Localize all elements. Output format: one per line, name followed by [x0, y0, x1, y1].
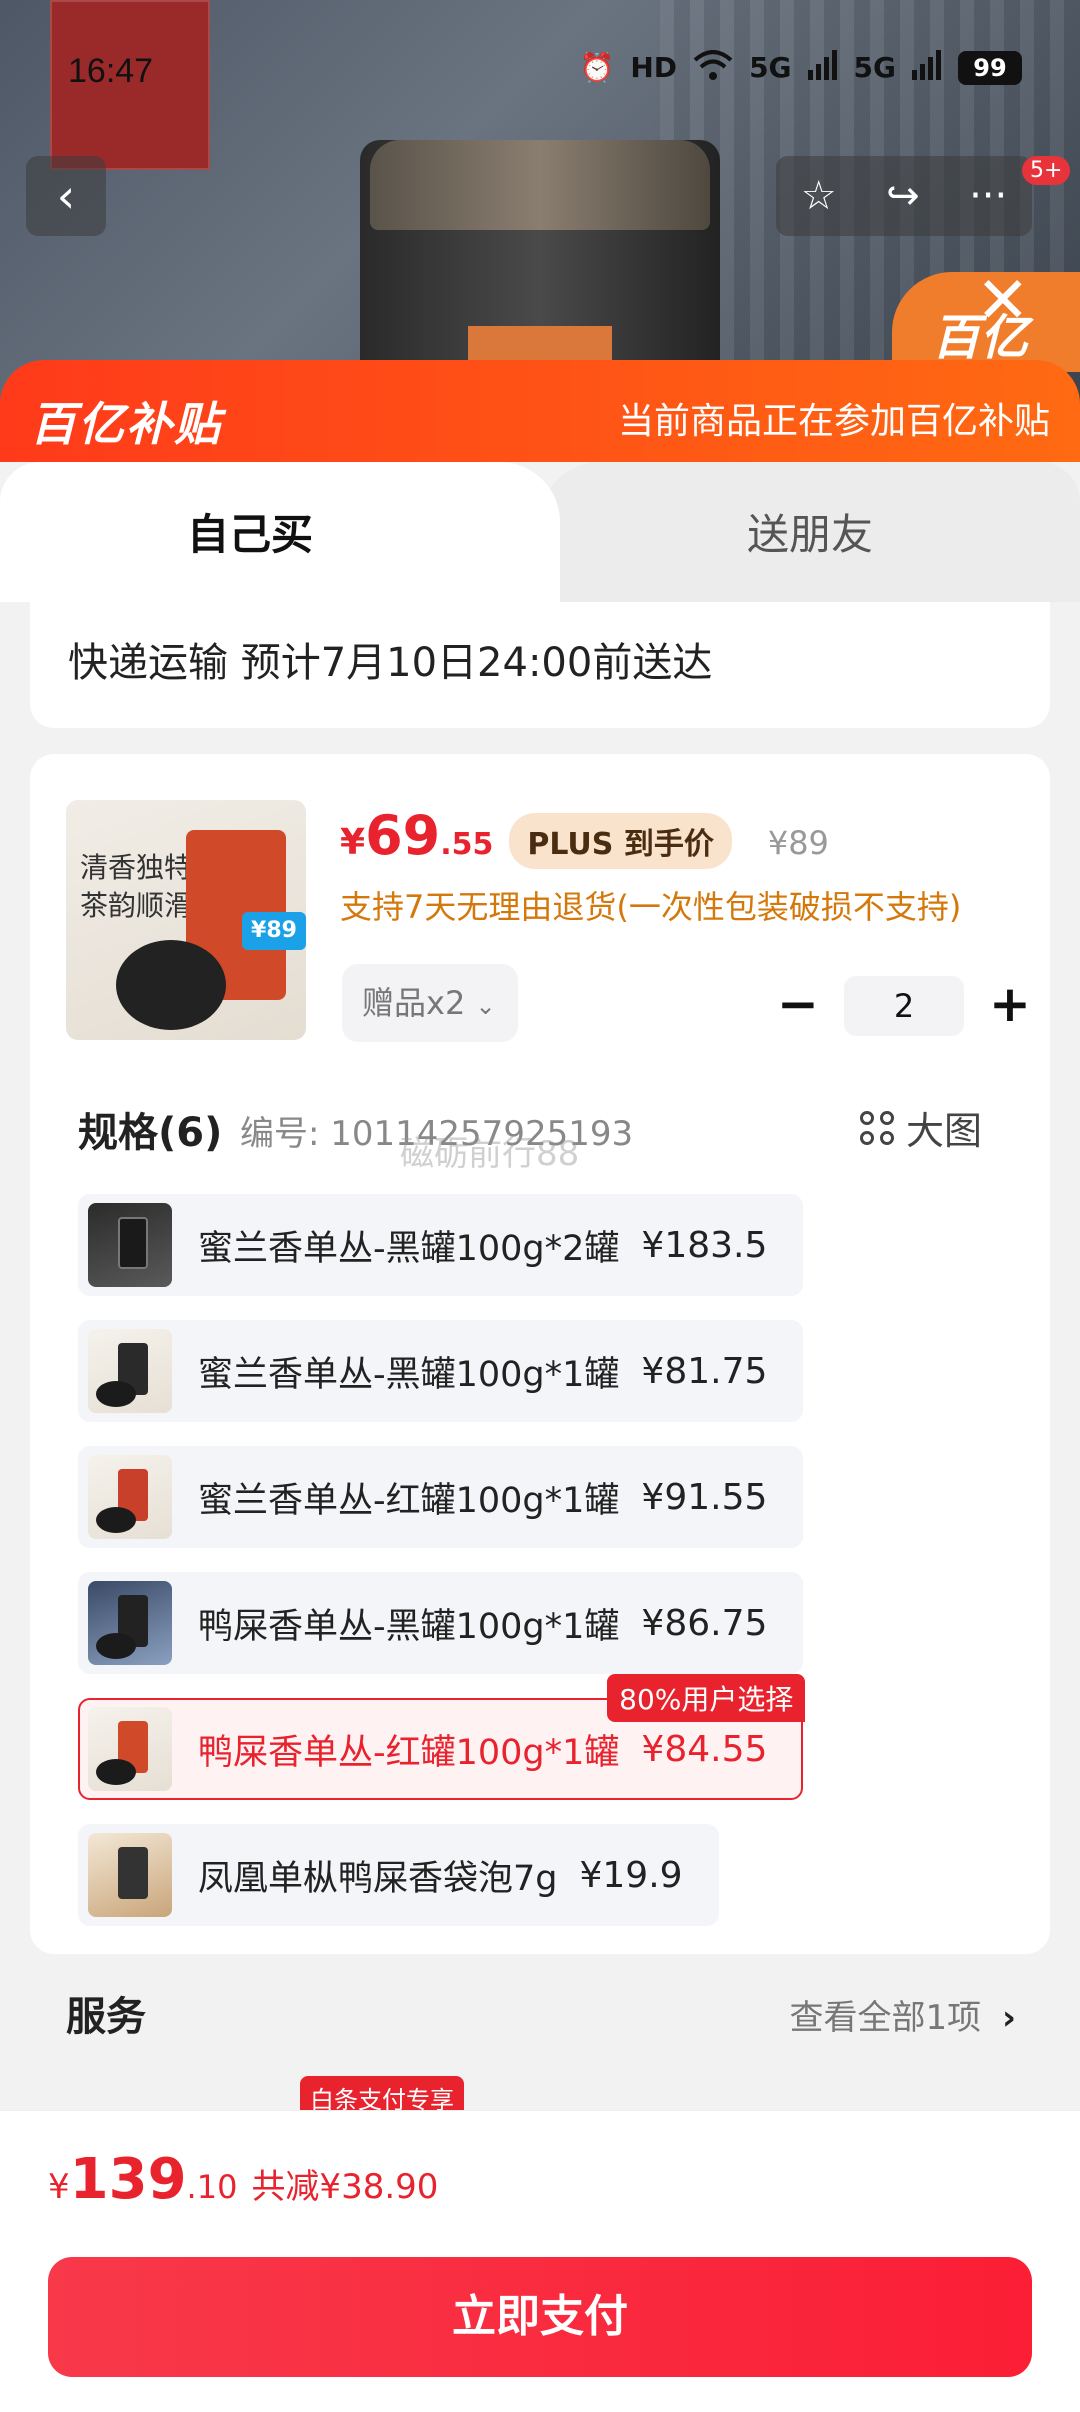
tab-gift-friend[interactable]: 送朋友: [540, 462, 1080, 602]
service-view-all-label: 查看全部1项: [789, 1998, 982, 2038]
spec-option[interactable]: 蜜兰香单丛-红罐100g*1罐 ¥91.55: [78, 1446, 804, 1548]
total-price: ¥ 139 .10 共减¥38.90: [48, 2147, 438, 2212]
alarm-icon: ⏰: [579, 51, 615, 84]
quantity-stepper: − 2 +: [770, 976, 1038, 1036]
spec-label: 蜜兰香单丛-红罐100g*1罐: [198, 1480, 620, 1521]
spec-title: 规格(6): [78, 1110, 223, 1156]
decrease-button[interactable]: −: [770, 978, 826, 1034]
price-integer: 69: [365, 804, 441, 867]
spec-label: 蜜兰香单丛-黑罐100g*2罐: [198, 1228, 620, 1269]
spec-option-selected[interactable]: 80%用户选择 鸭屎香单丛-红罐100g*1罐 ¥84.55: [78, 1674, 806, 1800]
spec-row: 80%用户选择 鸭屎香单丛-红罐100g*1罐 ¥84.55: [78, 1674, 1018, 1824]
return-policy: 支持7天无理由退货(一次性包装破损不支持): [340, 888, 962, 926]
close-icon[interactable]: ✕: [976, 264, 1030, 338]
message-badge: 5+: [1022, 156, 1071, 185]
spec-price: ¥183.5: [641, 1224, 768, 1266]
status-time: 16:47: [68, 52, 154, 90]
spec-row: 蜜兰香单丛-黑罐100g*2罐 ¥183.5: [78, 1194, 1018, 1320]
thumb-price-badge: ¥89: [242, 912, 306, 950]
service-view-all[interactable]: 查看全部1项 ›: [790, 1990, 1016, 2039]
chevron-left-icon: ‹: [56, 169, 76, 223]
spec-thumb: [88, 1329, 172, 1413]
price-currency: ¥: [340, 822, 366, 863]
spec-thumb: [88, 1203, 172, 1287]
share-icon[interactable]: ↪: [886, 173, 920, 219]
tab-buy-self[interactable]: 自己买: [0, 462, 560, 602]
spec-price: ¥86.75: [641, 1602, 768, 1644]
spec-option[interactable]: 蜜兰香单丛-黑罐100g*1罐 ¥81.75: [78, 1320, 804, 1422]
spec-thumb: [88, 1581, 172, 1665]
plus-price-tag: PLUS 到手价: [509, 813, 732, 869]
signal-bars-icon: [807, 50, 838, 86]
spec-label: 鸭屎香单丛-黑罐100g*1罐: [198, 1606, 620, 1647]
spec-row: 鸭屎香单丛-黑罐100g*1罐 ¥86.75: [78, 1572, 1018, 1698]
chevron-right-icon: ›: [1001, 1998, 1016, 2038]
spec-option[interactable]: 蜜兰香单丛-黑罐100g*2罐 ¥183.5: [78, 1194, 804, 1296]
spec-price: ¥91.55: [641, 1476, 768, 1518]
current-price: ¥69.55: [340, 804, 493, 867]
service-title: 服务: [66, 1994, 146, 2040]
price-decimal: .55: [440, 827, 494, 862]
spec-option[interactable]: 鸭屎香单丛-黑罐100g*1罐 ¥86.75: [78, 1572, 804, 1674]
status-icons: ⏰ HD 5G 5G 99: [579, 50, 1022, 86]
spec-label: 凤凰单枞鸭屎香袋泡7g: [198, 1858, 558, 1899]
total-currency: ¥: [48, 2167, 70, 2207]
spec-label: 蜜兰香单丛-黑罐100g*1罐: [198, 1354, 620, 1395]
checkout-bar: ¥ 139 .10 共减¥38.90 立即支付: [0, 2110, 1080, 2412]
grid-icon: [860, 1110, 894, 1145]
gift-button[interactable]: 赠品x2 ⌄: [342, 964, 518, 1042]
big-image-label: 大图: [906, 1109, 983, 1153]
spec-price: ¥81.75: [641, 1350, 768, 1392]
increase-button[interactable]: +: [982, 978, 1038, 1034]
spec-price: ¥84.55: [641, 1728, 768, 1770]
gift-label: 赠品x2: [362, 984, 466, 1022]
spec-thumb: [88, 1833, 172, 1917]
spec-row: 蜜兰香单丛-黑罐100g*1罐 ¥81.75: [78, 1320, 1018, 1446]
spec-row: 蜜兰香单丛-红罐100g*1罐 ¥91.55: [78, 1446, 1018, 1572]
more-icon[interactable]: ···: [969, 173, 1007, 219]
signal-bars-icon-2: [912, 50, 942, 86]
purchase-tabs: 送朋友 自己买: [0, 462, 1080, 602]
total-saved: 共减¥38.90: [251, 2167, 439, 2207]
thumb-text-2: 茶韵顺滑: [80, 889, 193, 922]
spec-row: 凤凰单枞鸭屎香袋泡7g ¥19.9: [78, 1824, 1018, 1950]
top-actions: ☆ ↪ ···: [776, 156, 1032, 236]
thumb-text-1: 清香独特: [80, 851, 193, 884]
quantity-value[interactable]: 2: [844, 976, 964, 1036]
battery-icon: 99: [958, 51, 1022, 85]
spec-list: 蜜兰香单丛-黑罐100g*2罐 ¥183.5 蜜兰香单丛-黑罐100g*1罐 ¥…: [78, 1194, 1018, 1950]
wifi-icon: [693, 50, 733, 86]
delivery-info: 快递运输 预计7月10日24:00前送达: [30, 602, 1050, 728]
spec-price: ¥19.9: [579, 1854, 683, 1896]
signal-icon-1: 5G: [749, 51, 792, 84]
signal-icon-2: 5G: [853, 51, 896, 84]
status-bar: 16:47 ⏰ HD 5G 5G 99: [0, 0, 1080, 140]
product-thumbnail[interactable]: 清香独特 茶韵顺滑 ¥89: [66, 800, 306, 1040]
original-price: ¥89: [767, 824, 829, 862]
price-row: ¥69.55 PLUS 到手价 ¥89: [340, 804, 829, 869]
popular-choice-flag: 80%用户选择: [607, 1674, 806, 1722]
spec-option[interactable]: 凤凰单枞鸭屎香袋泡7g ¥19.9: [78, 1824, 719, 1926]
spec-label: 鸭屎香单丛-红罐100g*1罐: [198, 1732, 620, 1773]
subsidy-text: 当前商品正在参加百亿补贴: [617, 401, 1050, 442]
spec-thumb: [88, 1455, 172, 1539]
subsidy-logo: 百亿补贴: [30, 397, 222, 451]
tea-can-lid: [370, 140, 710, 230]
product-card: 清香独特 茶韵顺滑 ¥89 ¥69.55 PLUS 到手价 ¥89 支持7天无理…: [30, 754, 1050, 2119]
total-integer: 139: [69, 2147, 187, 2212]
pay-now-button[interactable]: 立即支付: [48, 2257, 1032, 2377]
thumb-tea-leaves: [116, 940, 226, 1030]
back-button[interactable]: ‹: [26, 156, 106, 236]
hd-icon: HD: [630, 51, 678, 84]
spec-thumb: [88, 1707, 172, 1791]
chevron-down-icon: ⌄: [475, 992, 496, 1020]
big-image-button[interactable]: 大图: [860, 1100, 982, 1155]
total-decimal: .10: [186, 2168, 238, 2206]
watermark: 磁砺前行88: [400, 1134, 580, 1174]
star-icon[interactable]: ☆: [801, 173, 837, 219]
